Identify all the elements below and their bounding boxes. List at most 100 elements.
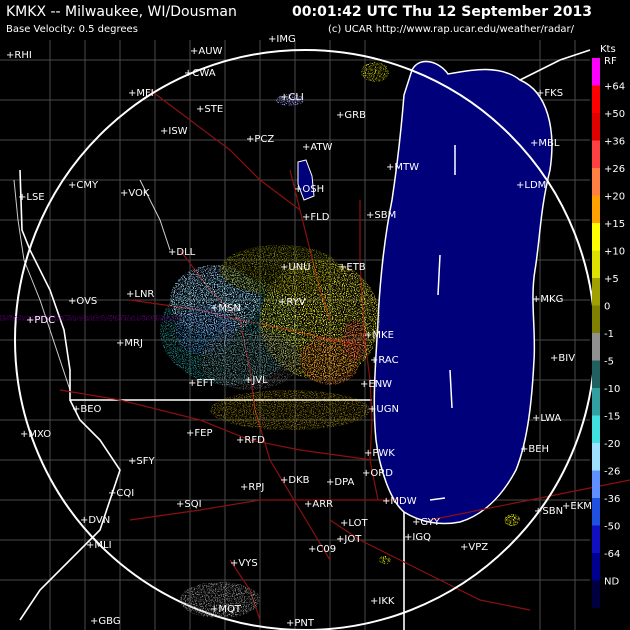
- legend-label: -5: [604, 357, 614, 368]
- city-label-igq: +IGQ: [404, 532, 431, 543]
- legend-swatch: [592, 443, 600, 471]
- city-label-img: +IMG: [268, 34, 296, 45]
- city-label-isw: +ISW: [160, 126, 188, 137]
- city-label-arr: +ARR: [304, 499, 333, 510]
- city-label-rhi: +RHI: [6, 50, 32, 61]
- legend-swatch: [592, 250, 600, 278]
- city-label-ekm: +EKM: [562, 501, 592, 512]
- city-label-fld: +FLD: [302, 212, 330, 223]
- credit-label: (c) UCAR http://www.rap.ucar.edu/weather…: [328, 24, 575, 35]
- legend-swatch: [592, 140, 600, 168]
- legend-swatch: [592, 85, 600, 113]
- city-label-mrj: +MRJ: [116, 338, 143, 349]
- legend-swatch: [592, 223, 600, 251]
- city-label-lot: +LOT: [340, 518, 368, 529]
- city-label-pnt: +PNT: [286, 618, 315, 629]
- rivers: [13, 179, 171, 391]
- legend-swatch: [592, 333, 600, 361]
- city-label-dvn: +DVN: [80, 515, 110, 526]
- city-label-rac: +RAC: [370, 355, 399, 366]
- legend-label: -15: [604, 412, 620, 423]
- city-label-rpj: +RPJ: [240, 482, 264, 493]
- city-label-ovs: +OVS: [68, 296, 97, 307]
- city-label-lnr: +LNR: [126, 289, 154, 300]
- city-label-enw: +ENW: [360, 379, 392, 390]
- city-label-vpz: +VPZ: [460, 542, 488, 553]
- radar-map: +RHI +AUW +IMG +CWA +MFI +STE +CLI +GRB +ISW +PCZ…: [0, 34, 630, 630]
- city-label-gyy: +GYY: [412, 517, 441, 528]
- city-label-mbl: +MBL: [530, 138, 560, 149]
- legend-label: +50: [604, 109, 625, 120]
- legend-label: -50: [604, 522, 620, 533]
- legend-label: -36: [604, 494, 620, 505]
- city-label-sbn: +SBN: [534, 506, 563, 517]
- city-label-sqi: +SQI: [176, 499, 202, 510]
- city-label-jot: +JOT: [336, 534, 362, 545]
- legend-swatch: [592, 168, 600, 196]
- legend-swatch: [592, 360, 600, 388]
- city-label-jvl: +JVL: [244, 375, 268, 386]
- city-label-cli: +CLI: [280, 92, 304, 103]
- legend-label: +20: [604, 192, 625, 203]
- legend-swatch: [592, 195, 600, 223]
- city-label-rfd: +RFD: [236, 435, 265, 446]
- city-label-cmy: +CMY: [68, 180, 99, 191]
- city-label-vok: +VOK: [120, 188, 150, 199]
- city-label-sbm: +SBM: [366, 210, 396, 221]
- station-title: KMKX -- Milwaukee, WI/Dousman: [6, 4, 237, 20]
- city-label-dpa: +DPA: [326, 477, 354, 488]
- legend-swatch: [592, 113, 600, 141]
- legend-swatch: [592, 388, 600, 416]
- city-label-mtw: +MTW: [386, 162, 419, 173]
- legend-swatch: [592, 305, 600, 333]
- velocity-legend: RF+64+50+36+26+20+15+10+50-1-5-10-15-20-…: [592, 56, 625, 608]
- city-label-cwa: +CWA: [184, 68, 216, 79]
- city-label-mdw: +MDW: [382, 496, 417, 507]
- city-label-auw: +AUW: [190, 46, 223, 57]
- legend-label: +26: [604, 164, 625, 175]
- city-label-atw: +ATW: [302, 142, 333, 153]
- city-label-grb: +GRB: [336, 110, 366, 121]
- legend-label: RF: [604, 56, 617, 67]
- city-label-mxo: +MXO: [20, 429, 51, 440]
- legend-label: +5: [604, 274, 619, 285]
- city-label-fks: +FKS: [536, 88, 563, 99]
- legend-swatch: [592, 415, 600, 443]
- legend-swatch: [592, 525, 600, 553]
- legend-label: -1: [604, 329, 614, 340]
- legend-swatch: [592, 58, 600, 86]
- city-label-mfi: +MFI: [128, 88, 154, 99]
- legend-swatch: [592, 278, 600, 306]
- legend-swatch: [592, 580, 600, 608]
- city-label-eft: +EFT: [188, 378, 215, 389]
- city-label-mkg: +MKG: [532, 294, 563, 305]
- city-label-vys: +VYS: [230, 558, 258, 569]
- legend-swatch: [592, 498, 600, 526]
- timestamp: 00:01:42 UTC Thu 12 September 2013: [292, 4, 592, 20]
- legend-label: -20: [604, 439, 620, 450]
- city-label-pwk: +PWK: [364, 448, 395, 459]
- city-label-ldm: +LDM: [516, 180, 546, 191]
- city-label-c09: +C09: [308, 544, 336, 555]
- legend-label: +36: [604, 137, 625, 148]
- legend-label: +64: [604, 82, 625, 93]
- city-label-biv: +BIV: [550, 353, 575, 364]
- legend-label: +10: [604, 247, 625, 258]
- city-label-etb: +ETB: [338, 262, 366, 273]
- city-label-ryv: +RYV: [278, 297, 306, 308]
- legend-label: -10: [604, 384, 620, 395]
- legend-swatch: [592, 470, 600, 498]
- city-label-lse: +LSE: [18, 192, 45, 203]
- city-label-ugn: +UGN: [368, 404, 399, 415]
- city-label-osh: +OSH: [294, 184, 324, 195]
- city-label-cqi: +CQI: [108, 488, 134, 499]
- city-label-msn: +MSN: [210, 303, 241, 314]
- city-label-dkb: +DKB: [280, 475, 310, 486]
- city-label-lwa: +LWA: [532, 413, 561, 424]
- city-label-sfy: +SFY: [128, 456, 155, 467]
- city-label-mqt: +MQT: [210, 604, 242, 615]
- city-label-ste: +STE: [196, 104, 223, 115]
- city-label-pcz: +PCZ: [246, 134, 274, 145]
- city-label-dll: +DLL: [168, 247, 196, 258]
- city-label-unu: +UNU: [280, 262, 311, 273]
